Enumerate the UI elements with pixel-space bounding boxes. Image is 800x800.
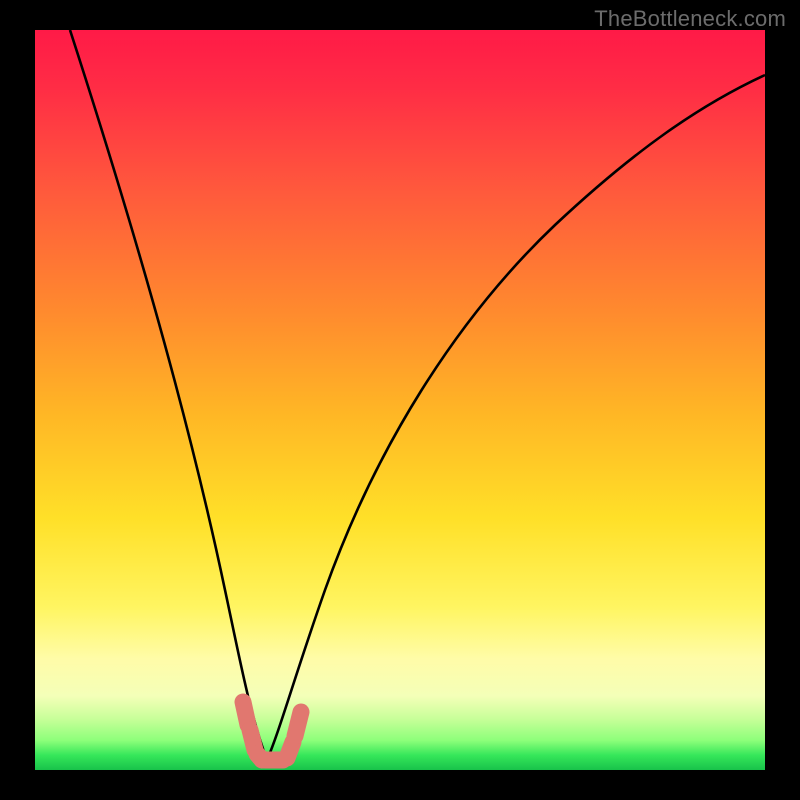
watermark-text: TheBottleneck.com xyxy=(594,6,786,32)
bottleneck-curve xyxy=(70,30,765,760)
minimum-markers xyxy=(243,702,301,760)
marker-dot xyxy=(287,742,293,758)
marker-dot xyxy=(295,712,301,736)
marker-dot xyxy=(243,702,248,725)
plot-area xyxy=(35,30,765,770)
bottleneck-curve-svg xyxy=(35,30,765,770)
chart-frame: TheBottleneck.com xyxy=(0,0,800,800)
